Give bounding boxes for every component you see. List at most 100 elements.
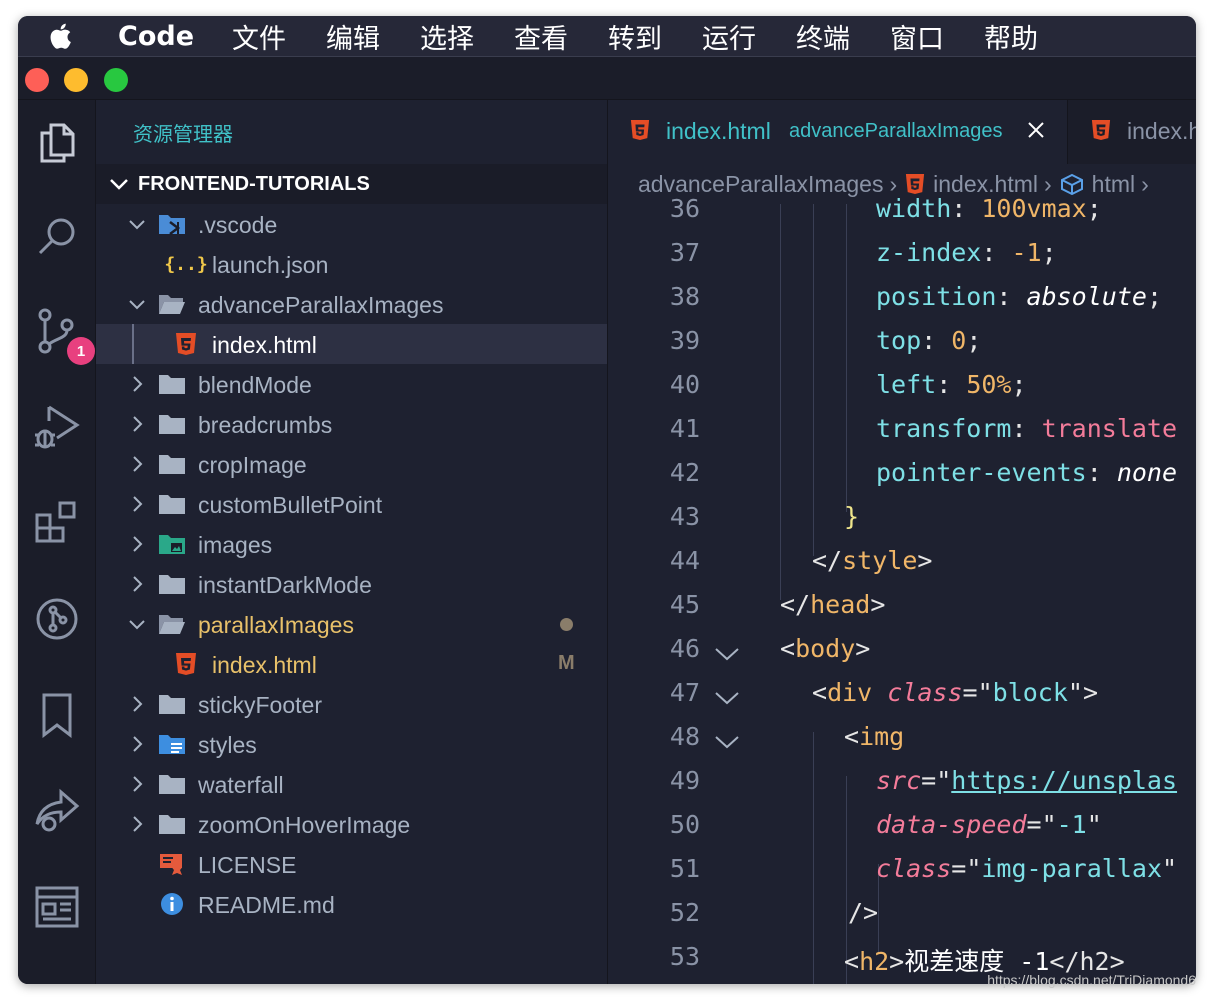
zoom-window-button[interactable]: [104, 68, 128, 92]
code-line: 48 <img: [608, 716, 1196, 760]
folder-icon: [158, 811, 186, 837]
tree-item-index-html-selected[interactable]: index.html: [96, 324, 607, 364]
bookmarks-icon[interactable]: [32, 690, 82, 740]
tree-item-label: waterfall: [198, 772, 284, 798]
tree-item-label: LICENSE: [198, 852, 297, 878]
fold-chevron-icon[interactable]: [714, 640, 740, 669]
tree-item-waterfall-folder[interactable]: waterfall: [96, 764, 607, 804]
tree-item-label: blendMode: [198, 372, 312, 398]
folder-styles-icon: [158, 731, 186, 757]
explorer-icon[interactable]: [32, 118, 82, 168]
folder-icon: [158, 451, 186, 477]
chevron-right-icon: [128, 495, 146, 513]
browser-preview-icon[interactable]: [32, 882, 82, 932]
menu-app-code[interactable]: Code: [118, 21, 194, 52]
tab-index-html-active[interactable]: index.html advanceParallaxImages: [608, 100, 1068, 164]
menu-run[interactable]: 运行: [702, 17, 756, 56]
tree-item-index-html-modified[interactable]: index.html M: [96, 644, 607, 684]
menu-go[interactable]: 转到: [608, 17, 662, 56]
line-number: 47: [669, 678, 700, 707]
file-tree: .vscode {..} launch.json advanceParallax…: [96, 204, 607, 924]
tree-item-instantdarkmode-folder[interactable]: instantDarkMode: [96, 564, 607, 604]
html-attribute: data-speed: [876, 810, 1027, 839]
license-icon: [158, 851, 186, 877]
code-line: 46 <body>: [608, 628, 1196, 672]
code-line: 38 position: absolute;: [608, 276, 1196, 320]
code-line: 44 </style>: [608, 540, 1196, 584]
html-attribute-value[interactable]: https://unsplas: [951, 766, 1177, 795]
menu-terminal[interactable]: 终端: [796, 17, 850, 56]
line-number: 48: [669, 722, 700, 751]
fold-chevron-icon[interactable]: [714, 728, 740, 757]
tree-item-images-folder[interactable]: images: [96, 524, 607, 564]
tree-item-advanceparallaximages-folder[interactable]: advanceParallaxImages: [96, 284, 607, 324]
tree-item-label: advanceParallaxImages: [198, 292, 444, 318]
tree-item-zoomonhoverimage-folder[interactable]: zoomOnHoverImage: [96, 804, 607, 844]
html-tag: div: [827, 678, 873, 707]
html-tag: head: [810, 590, 871, 619]
menu-help[interactable]: 帮助: [984, 17, 1038, 56]
css-value: 0: [951, 326, 967, 355]
css-value: 100vmax: [981, 194, 1087, 223]
tab-title: index.html: [666, 118, 771, 144]
html-attribute: class: [876, 854, 952, 883]
tree-item-label: cropImage: [198, 452, 307, 478]
source-control-badge: 1: [67, 337, 95, 365]
css-value: none: [1116, 458, 1178, 487]
menu-window[interactable]: 窗口: [890, 17, 944, 56]
tree-item-launch-json[interactable]: {..} launch.json: [96, 244, 607, 284]
workspace-section-header[interactable]: FRONTEND-TUTORIALS: [96, 164, 607, 204]
line-number: 43: [669, 502, 700, 531]
chevron-right-icon: [128, 375, 146, 393]
tab-index-html-inactive[interactable]: index.h: [1069, 100, 1196, 164]
git-graph-icon[interactable]: [32, 594, 82, 644]
css-property: pointer-events: [876, 458, 1087, 487]
line-number: 49: [669, 766, 700, 795]
menu-edit[interactable]: 编辑: [326, 17, 380, 56]
run-debug-icon[interactable]: [32, 402, 82, 452]
tree-item-parallaximages-folder[interactable]: parallaxImages: [96, 604, 607, 644]
tree-item-cropimage-folder[interactable]: cropImage: [96, 444, 607, 484]
tree-item-label: styles: [198, 732, 257, 758]
folder-icon: [158, 771, 186, 797]
html-attribute: src: [876, 766, 922, 795]
html-attribute-value: block: [992, 678, 1068, 707]
tree-item-blendmode-folder[interactable]: blendMode: [96, 364, 607, 404]
chevron-right-icon: [128, 415, 146, 433]
tree-item-stickyfooter-folder[interactable]: stickyFooter: [96, 684, 607, 724]
code-line: 42 pointer-events: none: [608, 452, 1196, 496]
menu-file[interactable]: 文件: [232, 17, 286, 56]
apple-logo-icon[interactable]: [46, 21, 86, 51]
close-icon[interactable]: [1026, 120, 1046, 145]
tree-item-styles-folder[interactable]: styles: [96, 724, 607, 764]
source-control-icon[interactable]: 1: [32, 306, 95, 365]
minimize-window-button[interactable]: [64, 68, 88, 92]
tree-item-vscode-folder[interactable]: .vscode: [96, 204, 607, 244]
line-number: 44: [669, 546, 700, 575]
code-line: 40 left: 50%;: [608, 364, 1196, 408]
tree-item-label: index.html: [212, 332, 317, 358]
tree-item-readme-file[interactable]: README.md: [96, 884, 607, 924]
tree-item-label: instantDarkMode: [198, 572, 372, 598]
fold-chevron-icon[interactable]: [714, 684, 740, 713]
tree-item-label: customBulletPoint: [198, 492, 383, 518]
tree-item-breadcrumbs-folder[interactable]: breadcrumbs: [96, 404, 607, 444]
modified-dot-indicator: [560, 618, 573, 631]
extensions-icon[interactable]: [32, 498, 82, 548]
tree-item-license-file[interactable]: LICENSE: [96, 844, 607, 884]
menu-selection[interactable]: 选择: [420, 17, 474, 56]
line-number: 52: [669, 898, 700, 927]
editor-pane: index.html advanceParallaxImages index.h…: [608, 100, 1196, 984]
live-share-icon[interactable]: [32, 786, 82, 836]
chevron-right-icon: [128, 575, 146, 593]
tree-item-custombulletpoint-folder[interactable]: customBulletPoint: [96, 484, 607, 524]
menu-bar: Code 文件 编辑 选择 查看 转到 运行 终端 窗口 帮助: [18, 16, 1196, 56]
chevron-right-icon: [128, 695, 146, 713]
tree-item-label: zoomOnHoverImage: [198, 812, 411, 838]
search-icon[interactable]: [32, 212, 82, 262]
menu-view[interactable]: 查看: [514, 17, 568, 56]
line-number: 37: [669, 238, 700, 267]
close-window-button[interactable]: [25, 68, 49, 92]
html5-icon: [172, 331, 200, 357]
sidebar-title: 资源管理器: [133, 122, 233, 146]
